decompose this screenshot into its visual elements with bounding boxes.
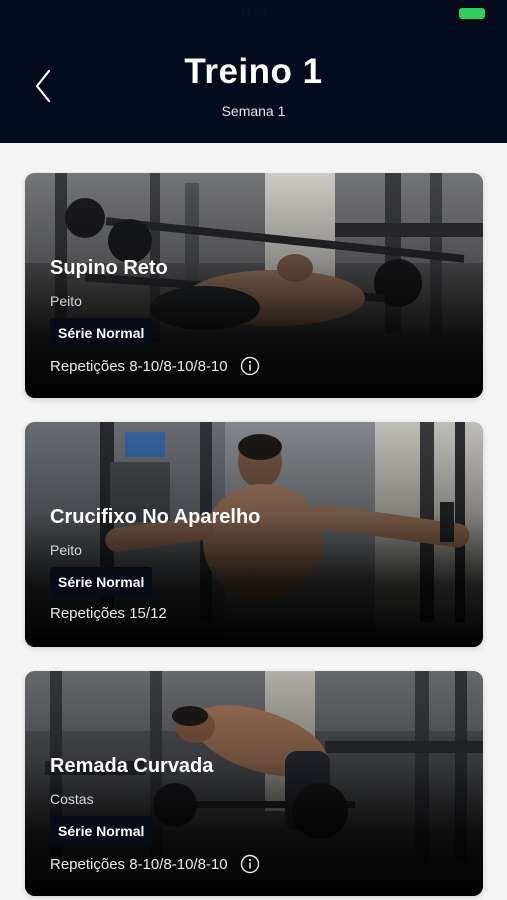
exercise-card[interactable]: Remada Curvada Costas Série Normal Repet… <box>25 671 483 896</box>
exercise-reps: Repetições 8-10/8-10/8-10 <box>50 855 228 873</box>
exercise-muscle: Costas <box>50 791 94 807</box>
exercise-muscle: Peito <box>50 293 82 309</box>
exercise-card[interactable]: Crucifixo No Aparelho Peito Série Normal… <box>25 422 483 647</box>
page-title: Treino 1 <box>184 52 323 91</box>
status-time: 11:09 <box>240 6 267 18</box>
exercise-reps-row: Repetições 8-10/8-10/8-10 <box>50 854 260 874</box>
series-type-badge: Série Normal <box>50 318 153 348</box>
exercise-name: Supino Reto <box>50 257 168 279</box>
exercise-reps: Repetições 15/12 <box>50 605 167 622</box>
exercise-muscle: Peito <box>50 542 82 558</box>
series-type-badge: Série Normal <box>50 816 153 846</box>
series-type-badge: Série Normal <box>50 567 153 597</box>
exercise-card[interactable]: Supino Reto Peito Série Normal Repetiçõe… <box>25 173 483 398</box>
battery-icon <box>459 8 485 19</box>
exercise-reps-row: Repetições 8-10/8-10/8-10 <box>50 356 260 376</box>
info-circle-icon[interactable] <box>240 854 260 874</box>
exercise-name: Remada Curvada <box>50 755 214 777</box>
info-circle-icon[interactable] <box>240 356 260 376</box>
exercise-reps-row: Repetições 15/12 <box>50 605 167 622</box>
exercise-reps: Repetições 8-10/8-10/8-10 <box>50 357 228 375</box>
exercise-name: Crucifixo No Aparelho <box>50 506 261 528</box>
app-header: 11:09 Treino 1 Semana 1 <box>0 0 507 143</box>
page-subtitle: Semana 1 <box>221 103 286 119</box>
